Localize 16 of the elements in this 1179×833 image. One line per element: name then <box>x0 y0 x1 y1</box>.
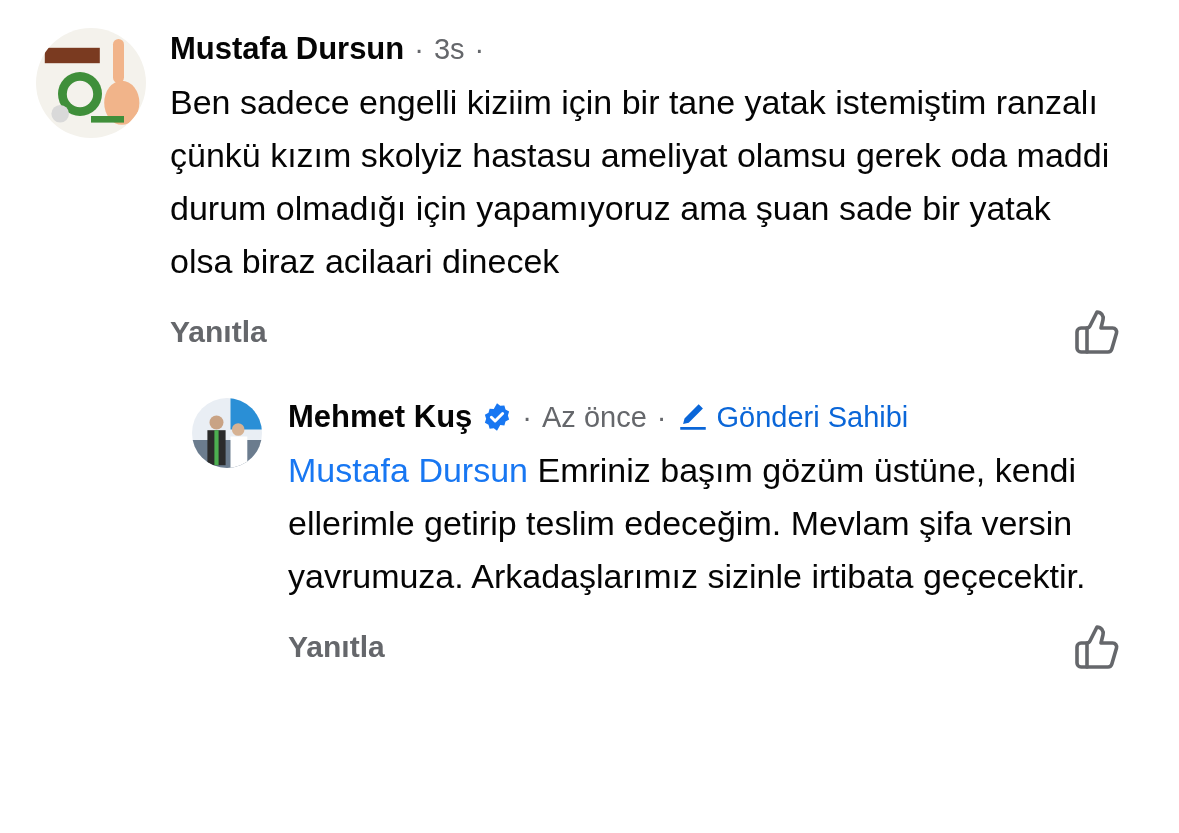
separator: · <box>474 32 485 66</box>
separator: · <box>656 400 667 434</box>
reply-link[interactable]: Yanıtla <box>170 315 267 349</box>
separator: · <box>522 400 532 434</box>
author-name[interactable]: Mehmet Kuş <box>288 399 473 435</box>
like-icon[interactable] <box>1073 623 1121 671</box>
reply-link[interactable]: Yanıtla <box>288 630 385 664</box>
separator: · <box>414 32 424 66</box>
author-name[interactable]: Mustafa Dursun <box>170 31 405 67</box>
mention-link[interactable]: Mustafa Dursun <box>288 451 528 489</box>
comment-text: Mustafa Dursun Emriniz başım gözüm üstüne, kendi ellerimle getirip teslim edeceğim. Mevlam şifa versin yavrumuza. Arkadaşlarımız sizinle irtibata geçecektir. <box>288 450 1087 597</box>
time-label: 3s <box>433 32 465 66</box>
time-label: Az önce <box>542 400 647 434</box>
like-icon[interactable] <box>1073 308 1121 356</box>
owner-label: Gönderi Sahibi <box>676 400 909 434</box>
comment-text: Ben sadece engelli kiziim için bir tane yatak istemiştim ranzalı çünkü kızım skolyiz hastasu ameliyat olamsu gerek oda maddi durum olmadığı için yapamıyoruz ama şuan sade bir yatak olsa biraz acilaari dinecek <box>170 82 1111 282</box>
